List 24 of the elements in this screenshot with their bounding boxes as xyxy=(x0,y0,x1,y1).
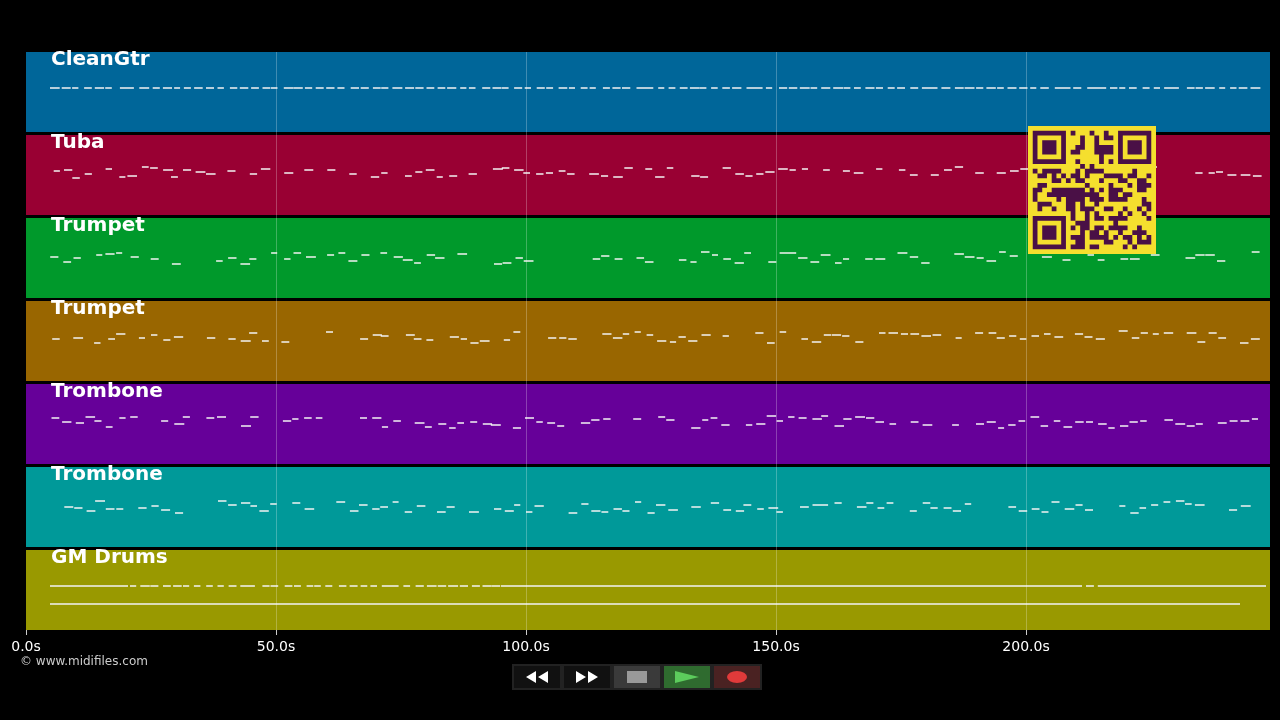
track-name: Trumpet xyxy=(51,295,145,319)
qr-code-icon xyxy=(1028,126,1156,254)
rewind-button[interactable] xyxy=(514,666,560,688)
time-label: 100.0s xyxy=(502,638,550,654)
stop-icon xyxy=(627,671,647,683)
track-name: Trumpet xyxy=(51,212,145,236)
track-name: Tuba xyxy=(51,129,105,153)
stop-button[interactable] xyxy=(614,666,660,688)
copyright-text: © www.midifiles.com xyxy=(20,654,148,668)
record-button[interactable] xyxy=(714,666,760,688)
track-name: GM Drums xyxy=(51,544,168,568)
play-icon xyxy=(674,670,700,684)
rewind-icon xyxy=(524,670,550,684)
forward-button[interactable] xyxy=(564,666,610,688)
time-label: 150.0s xyxy=(752,638,800,654)
play-button[interactable] xyxy=(664,666,710,688)
record-icon xyxy=(726,671,748,683)
time-label: 50.0s xyxy=(256,638,296,654)
track-name: Trombone xyxy=(51,461,163,485)
track-name: CleanGtr xyxy=(51,46,150,70)
fast-forward-icon xyxy=(574,670,600,684)
time-label: 200.0s xyxy=(1002,638,1050,654)
time-label: 0.0s xyxy=(11,638,41,654)
track-name: Trombone xyxy=(51,378,163,402)
